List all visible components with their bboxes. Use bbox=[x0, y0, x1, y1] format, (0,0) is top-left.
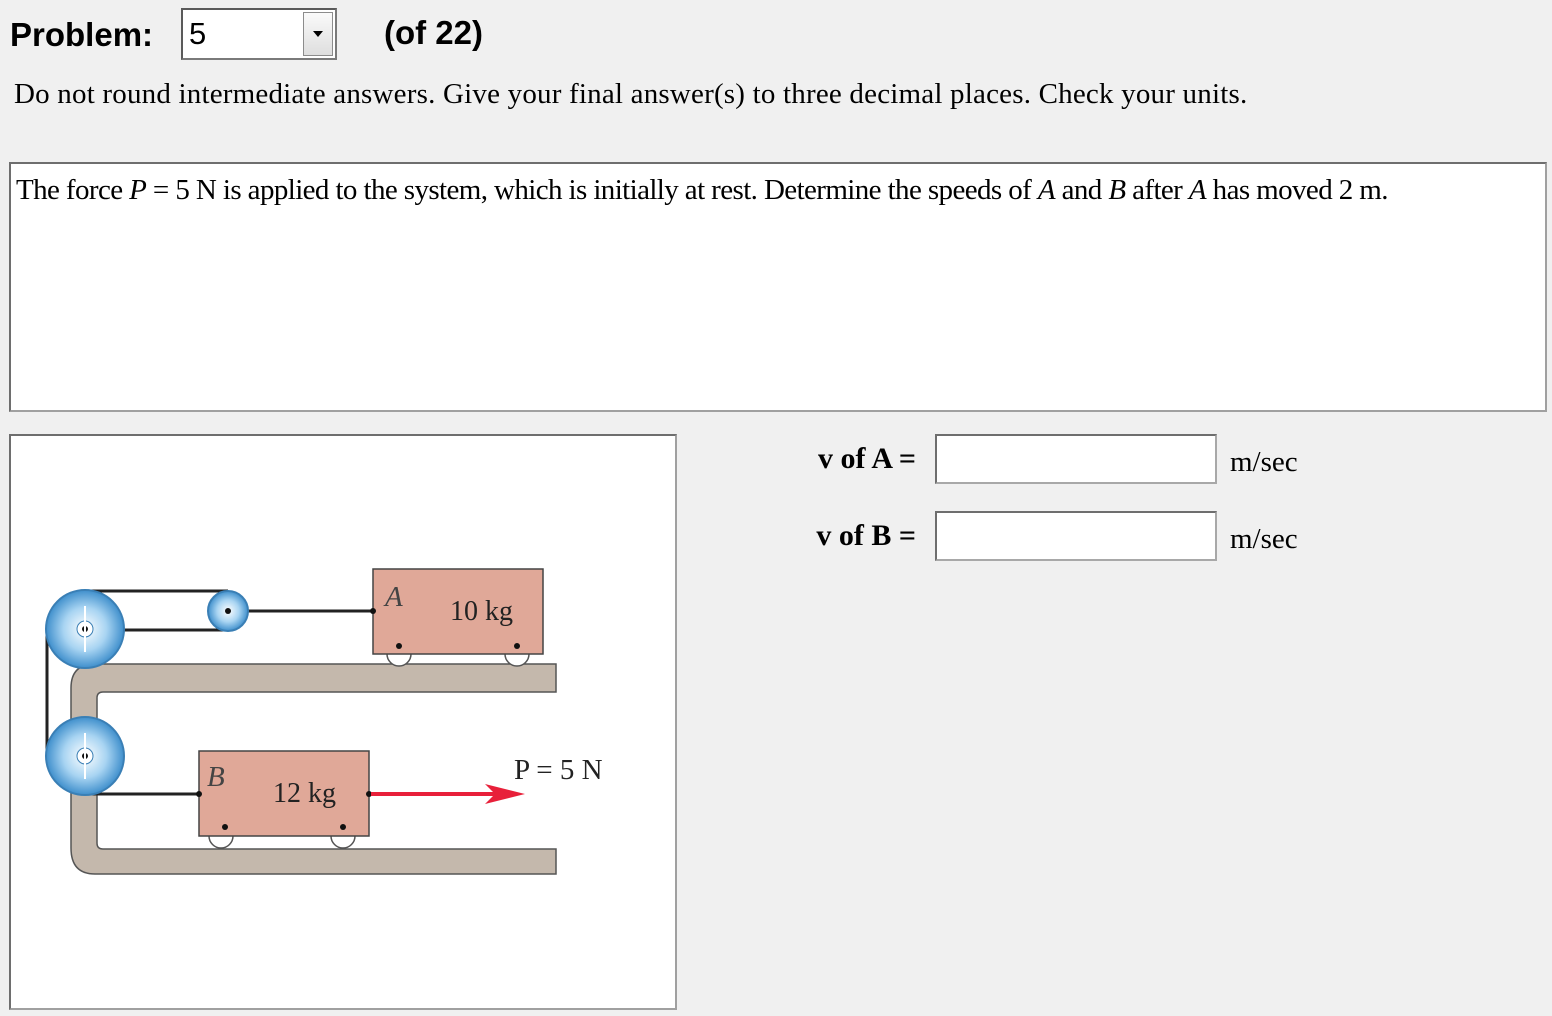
answer-label-a: v of A = bbox=[818, 442, 916, 475]
problem-count: (of 22) bbox=[384, 14, 483, 51]
small-pulley bbox=[207, 590, 249, 632]
instructions: Do not round intermediate answers. Give … bbox=[14, 78, 1248, 110]
figure-box: A 10 kg B 12 kg P = 5 N bbox=[9, 434, 677, 1010]
unit-b: m/sec bbox=[1230, 523, 1298, 555]
var-a: A bbox=[1188, 174, 1207, 206]
velocity-a-input[interactable] bbox=[935, 434, 1217, 484]
problem-label: Problem: bbox=[10, 16, 154, 53]
answer-label-b: v of B = bbox=[816, 519, 916, 552]
block-b-letter: B bbox=[207, 761, 225, 793]
problem-select-value: 5 bbox=[189, 16, 207, 51]
lower-pulley bbox=[45, 716, 125, 796]
block-b-mass: 12 kg bbox=[273, 778, 336, 809]
problem-header: Problem: bbox=[10, 8, 153, 62]
pulley-diagram: A 10 kg B 12 kg P = 5 N bbox=[45, 568, 603, 875]
velocity-b-input[interactable] bbox=[935, 511, 1217, 561]
dropdown-button[interactable] bbox=[303, 12, 333, 56]
block-a-letter: A bbox=[383, 581, 403, 613]
chevron-down-icon bbox=[313, 31, 323, 37]
var-p: P bbox=[129, 174, 147, 206]
question-text: The force P = 5 N is applied to the syst… bbox=[16, 174, 1389, 206]
var-a: A bbox=[1037, 174, 1056, 206]
question-box: The force P = 5 N is applied to the syst… bbox=[9, 162, 1547, 412]
var-b: B bbox=[1108, 174, 1126, 206]
unit-a: m/sec bbox=[1230, 446, 1298, 478]
problem-select[interactable]: 5 bbox=[181, 8, 337, 60]
block-a-mass: 10 kg bbox=[450, 596, 513, 627]
upper-pulley bbox=[45, 589, 125, 669]
force-label: P = 5 N bbox=[514, 754, 603, 786]
